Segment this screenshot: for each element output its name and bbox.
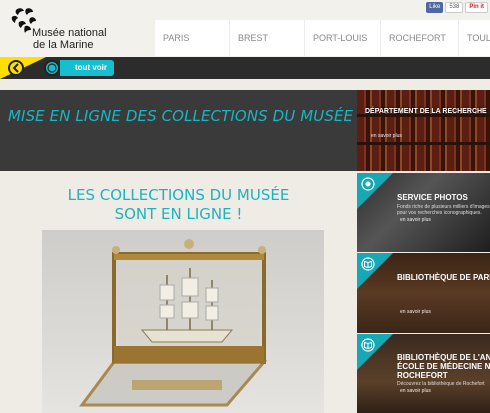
research-department-card[interactable]: DÉPARTEMENT DE LA RECHERCHE en savoir pl… — [357, 90, 490, 171]
museum-name-line1: Musée national — [32, 27, 107, 39]
nav-item-rochefort[interactable]: ROCHEFORT — [381, 20, 459, 56]
book-icon — [361, 257, 375, 271]
service-photos-title: SERVICE PHOTOS — [397, 193, 468, 202]
rochefort-title-line2: ÉCOLE DE MÉDECINE NAVALE — [397, 362, 490, 371]
ship-model-illustration — [79, 239, 268, 407]
toolbar: tout voir — [0, 57, 490, 79]
site-nav: PARIS BREST PORT-LOUIS ROCHEFORT TOULON — [155, 20, 490, 56]
collections-title-line1: LES COLLECTIONS DU MUSÉE — [67, 186, 290, 204]
research-card-title: DÉPARTEMENT DE LA RECHERCHE — [365, 108, 487, 115]
bibliotheque-paris-more-link[interactable]: en savoir plus — [400, 309, 431, 315]
facebook-like-button[interactable]: Like — [426, 2, 444, 13]
nav-item-port-louis[interactable]: PORT-LOUIS — [305, 20, 381, 56]
rochefort-title-line3: ROCHEFORT — [397, 371, 448, 380]
bibliotheque-rochefort-card[interactable]: BIBLIOTHÈQUE DE L'ANCIENNE ÉCOLE DE MÉDE… — [357, 334, 490, 413]
bibliotheque-paris-title: BIBLIOTHÈQUE DE PARIS — [397, 273, 490, 282]
camera-icon — [361, 177, 375, 191]
ship-model-photo[interactable] — [42, 230, 324, 413]
compass-icon[interactable] — [44, 60, 60, 76]
collections-banner[interactable]: MISE EN LIGNE DES COLLECTIONS DU MUSÉE — [0, 90, 357, 171]
museum-name[interactable]: Musée national de la Marine — [32, 27, 107, 51]
nav-item-toulon[interactable]: TOULON — [459, 20, 490, 56]
back-arrow-icon[interactable] — [8, 60, 24, 76]
collections-title-line2: SONT EN LIGNE ! — [114, 205, 243, 223]
pinterest-button[interactable]: Pin it — [465, 2, 488, 13]
rochefort-more-link[interactable]: en savoir plus — [400, 388, 431, 394]
tout-voir-label: tout voir — [75, 63, 107, 72]
site-header: Musée national de la Marine Like 538 Pin… — [0, 0, 490, 57]
social-buttons: Like 538 Pin it — [426, 2, 488, 13]
like-count: 538 — [445, 2, 464, 13]
bibliotheque-paris-card[interactable]: BIBLIOTHÈQUE DE PARIS en savoir plus — [357, 253, 490, 333]
museum-name-line2: de la Marine — [33, 39, 94, 51]
rochefort-title-line1: BIBLIOTHÈQUE DE L'ANCIENNE — [397, 353, 490, 362]
service-photos-desc-2: pour vos recherches iconographiques. — [397, 210, 482, 216]
service-photos-card[interactable]: SERVICE PHOTOS Fonds riche de plusieurs … — [357, 173, 490, 252]
rochefort-desc: Découvrez la bibliothèque de Rochefort — [397, 381, 485, 387]
shelf-divider — [357, 142, 490, 145]
nav-item-paris[interactable]: PARIS — [155, 20, 230, 56]
research-card-more-link[interactable]: en savoir plus — [371, 133, 402, 139]
service-photos-more-link[interactable]: en savoir plus — [400, 217, 431, 223]
nav-item-brest[interactable]: BREST — [230, 20, 305, 56]
collections-title: LES COLLECTIONS DU MUSÉE SONT EN LIGNE ! — [0, 186, 357, 224]
banner-title: MISE EN LIGNE DES COLLECTIONS DU MUSÉE — [8, 107, 354, 125]
book-icon — [361, 338, 375, 352]
